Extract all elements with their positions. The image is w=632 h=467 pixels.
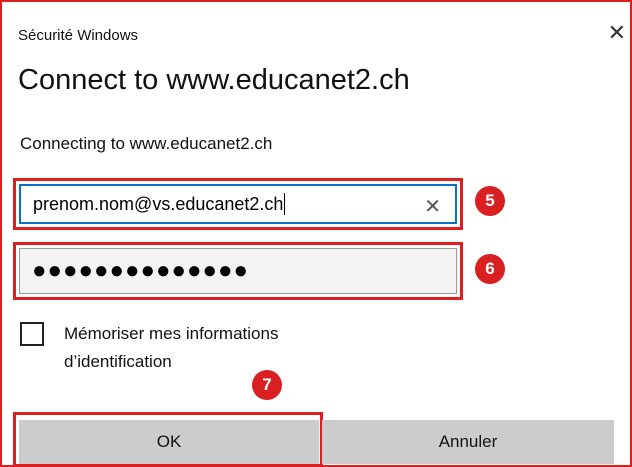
password-value: ●●●●●●●●●●●●●●: [32, 257, 249, 284]
username-input[interactable]: prenom.nom@vs.educanet2.ch ✕: [19, 184, 457, 224]
step-badge-6: 6: [475, 254, 505, 284]
dialog-heading: Connect to www.educanet2.ch: [18, 64, 410, 96]
clear-icon[interactable]: ✕: [424, 194, 441, 219]
remember-label: Mémoriser mes informations d’identificat…: [64, 320, 364, 376]
step-badge-5: 5: [475, 186, 505, 216]
cancel-button[interactable]: Annuler: [322, 420, 614, 464]
credential-dialog: Sécurité Windows ✕ Connect to www.educan…: [0, 0, 632, 467]
close-icon[interactable]: ✕: [608, 22, 626, 44]
text-caret: [284, 193, 286, 215]
remember-checkbox[interactable]: [20, 322, 44, 346]
dialog-subtitle: Connecting to www.educanet2.ch: [20, 134, 273, 153]
password-input[interactable]: ●●●●●●●●●●●●●●: [19, 248, 457, 294]
username-value: prenom.nom@vs.educanet2.ch: [33, 193, 284, 214]
remember-label-line2: d’identification: [64, 352, 172, 371]
step-badge-7: 7: [252, 370, 282, 400]
window-title: Sécurité Windows: [18, 27, 139, 44]
ok-highlight: [13, 412, 323, 467]
remember-label-line1: Mémoriser mes informations: [64, 324, 279, 343]
